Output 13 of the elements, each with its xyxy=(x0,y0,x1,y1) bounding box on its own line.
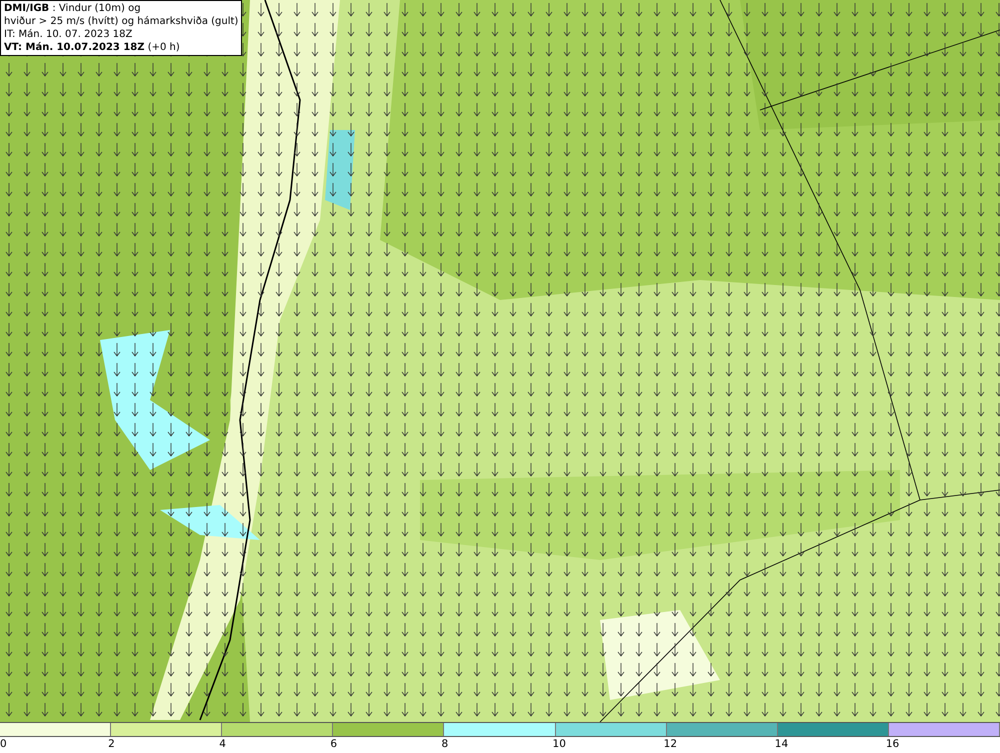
scale-tick-label: 12 xyxy=(664,737,678,752)
scale-tick-label: 0 xyxy=(0,737,7,752)
scale-tick-label: 4 xyxy=(219,737,226,752)
legend-text: IT: Mán. 10. 07. 2023 18Z xyxy=(4,28,134,41)
scale-tick-label: 8 xyxy=(441,737,448,752)
legend-text: hviður > 25 m/s (hvítt) og hámarkshviða (gult) xyxy=(4,15,238,28)
scale-tick-label: 10 xyxy=(552,737,566,752)
legend-text: DMI/IGB : Vindur (10m) og xyxy=(4,2,142,15)
scale-tick-label: 16 xyxy=(886,737,900,752)
scale-tick-label: 6 xyxy=(330,737,338,752)
legend-text: VT: Mán. 10.07.2023 18Z (+0 h) xyxy=(4,41,181,54)
scale-tick-label: 14 xyxy=(774,737,788,752)
scale-tick-label: 2 xyxy=(108,737,115,752)
